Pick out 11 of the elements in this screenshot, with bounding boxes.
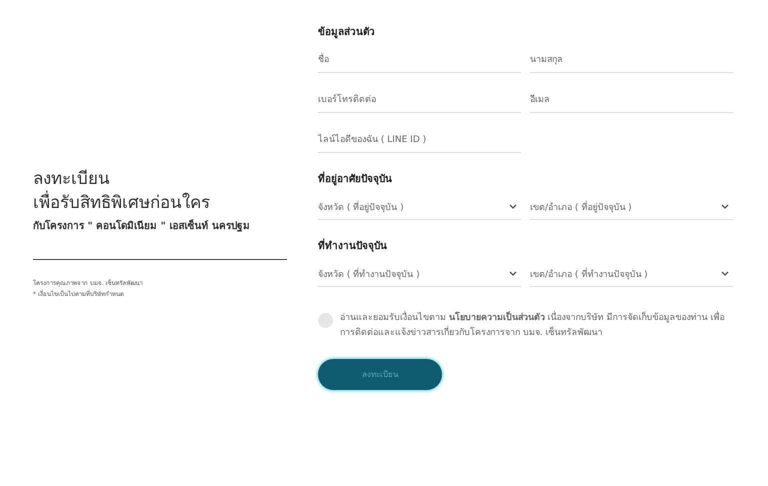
chevron-down-icon — [509, 271, 517, 276]
section-heading: ที่ทำงานปัจจุบัน — [318, 238, 733, 253]
chevron-down-icon — [509, 204, 517, 209]
consent-checkbox[interactable] — [318, 313, 333, 328]
project-subtitle: กับโครงการ " คอนโดมิเนียม " เอสเซ็นท์ นครปฐม — [33, 218, 251, 232]
section-heading: ที่อยู่อาศัยปัจจุบัน — [318, 171, 733, 186]
consent-text: อ่านและยอมรับเงื่อนไขตาม นโยบายความเป็นส่วนตัว เนื่องจากบริษัท มีการจัดเก็บข้อมูลของท่าน เพื่อการติดต่อและแจ้งข่าวสารเกี่ยวกับโครงการจาก บมจ. เซ็นทรัลพัฒนา — [340, 311, 733, 341]
chevron-down-icon — [721, 271, 729, 276]
page-title: ลงทะเบียน เพื่อรับสิทธิพิเศษก่อนใคร — [33, 168, 211, 214]
chevron-down-icon — [721, 204, 729, 209]
section-heading: ข้อมูลส่วนตัว — [318, 25, 376, 39]
